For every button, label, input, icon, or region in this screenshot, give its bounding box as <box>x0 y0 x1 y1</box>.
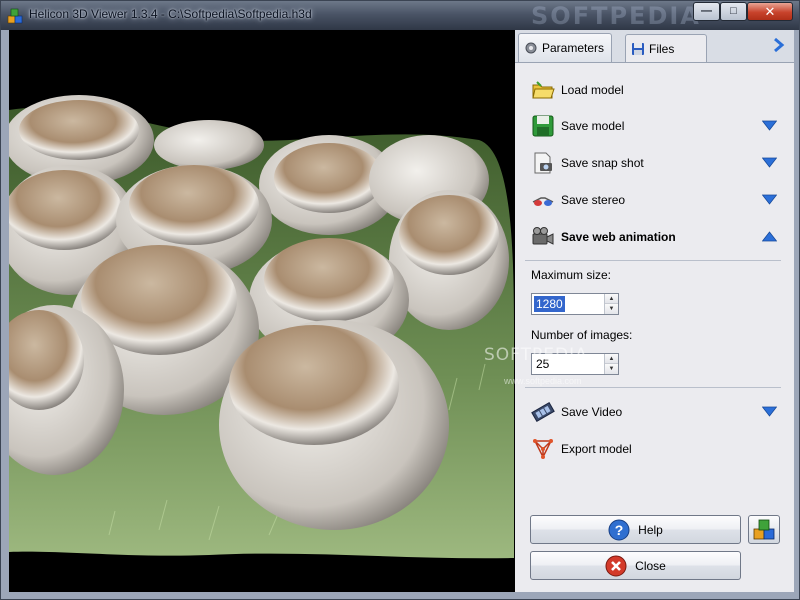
folder-icon <box>532 81 555 99</box>
close-icon <box>605 555 627 576</box>
chevron-up-icon[interactable] <box>762 231 777 242</box>
film-camera-icon <box>532 227 554 245</box>
tab-files[interactable]: Files <box>625 34 707 63</box>
max-size-label: Maximum size: <box>531 268 612 282</box>
decrement-arrow-icon[interactable]: ▼ <box>605 364 618 374</box>
maximize-button[interactable]: □ <box>720 2 747 21</box>
tab-parameters-label: Parameters <box>542 41 605 55</box>
num-images-value[interactable]: 25 <box>534 356 551 372</box>
title-bar[interactable]: Helicon 3D Viewer 1.3.4 - C:\Softpedia\S… <box>1 1 799 30</box>
svg-text:?: ? <box>615 522 624 538</box>
model-render <box>9 30 515 592</box>
divider <box>525 387 781 388</box>
tab-files-label: Files <box>649 42 675 56</box>
num-images-stepper[interactable]: ▲ ▼ <box>604 354 618 374</box>
save-web-animation-label: Save web animation <box>561 230 676 244</box>
load-model-label: Load model <box>561 83 624 97</box>
chevron-down-icon[interactable] <box>762 194 777 205</box>
chevron-down-icon[interactable] <box>762 406 777 417</box>
save-stereo-button[interactable]: Save stereo <box>531 185 777 215</box>
num-images-label: Number of images: <box>531 328 633 342</box>
app-window: Helicon 3D Viewer 1.3.4 - C:\Softpedia\S… <box>0 0 800 600</box>
save-model-label: Save model <box>561 119 625 133</box>
model-viewport[interactable] <box>9 30 515 592</box>
save-video-button[interactable]: Save Video <box>531 397 777 427</box>
load-model-button[interactable]: Load model <box>531 75 777 105</box>
floppy-disk-icon <box>632 43 644 55</box>
chevron-right-icon[interactable] <box>771 37 787 53</box>
app-cube-icon <box>7 8 23 24</box>
close-label: Close <box>635 558 666 573</box>
save-model-button[interactable]: Save model <box>531 111 777 141</box>
help-label: Help <box>638 522 663 537</box>
max-size-stepper[interactable]: ▲ ▼ <box>604 294 618 314</box>
export-model-label: Export model <box>561 442 632 456</box>
close-icon: ✕ <box>764 4 776 19</box>
titlebar-brand-watermark: SOFTPEDIA <box>531 2 701 30</box>
minimize-icon: — <box>701 5 712 17</box>
tab-strip: Parameters Files <box>515 30 794 63</box>
save-snapshot-button[interactable]: Save snap shot <box>531 148 777 178</box>
snapshot-icon <box>534 152 552 174</box>
files-panel: Load model Save model Save snap shot Sav… <box>515 62 794 592</box>
save-video-label: Save Video <box>561 405 623 419</box>
gear-icon <box>525 42 537 54</box>
tab-parameters[interactable]: Parameters <box>518 33 612 62</box>
num-images-spinbox[interactable]: 25 ▲ ▼ <box>531 353 619 375</box>
max-size-spinbox[interactable]: 1280 ▲ ▼ <box>531 293 619 315</box>
maximize-icon: □ <box>730 5 737 17</box>
export-model-button[interactable]: Export model <box>531 434 777 464</box>
save-web-animation-button[interactable]: Save web animation <box>531 222 777 252</box>
floppy-disk-icon <box>532 115 554 137</box>
decrement-arrow-icon[interactable]: ▼ <box>605 304 618 314</box>
close-window-button[interactable]: ✕ <box>747 2 793 21</box>
minimize-button[interactable]: — <box>693 2 720 21</box>
stereo-glasses-icon <box>532 197 554 206</box>
export-mesh-icon <box>533 439 553 459</box>
max-size-value[interactable]: 1280 <box>534 296 565 312</box>
film-strip-icon <box>531 401 555 423</box>
help-icon: ? <box>608 519 630 540</box>
helicon-link-button[interactable] <box>748 515 780 544</box>
app-cube-icon <box>753 519 775 539</box>
chevron-down-icon[interactable] <box>762 120 777 131</box>
window-title: Helicon 3D Viewer 1.3.4 - C:\Softpedia\S… <box>29 7 312 21</box>
save-stereo-label: Save stereo <box>561 193 626 207</box>
divider <box>525 260 781 261</box>
chevron-down-icon[interactable] <box>762 157 777 168</box>
side-panel: Parameters Files Load model Save model S… <box>515 30 794 592</box>
increment-arrow-icon[interactable]: ▲ <box>605 354 618 364</box>
save-snapshot-label: Save snap shot <box>561 156 644 170</box>
help-button[interactable]: ? Help <box>530 515 741 544</box>
close-button[interactable]: Close <box>530 551 741 580</box>
increment-arrow-icon[interactable]: ▲ <box>605 294 618 304</box>
